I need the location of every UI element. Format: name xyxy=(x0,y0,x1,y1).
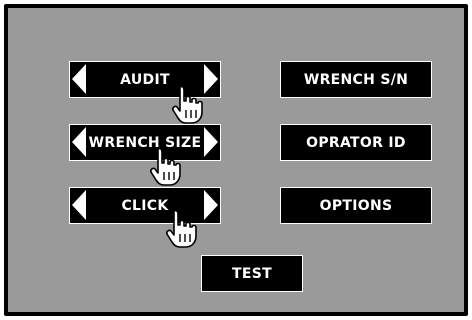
wrench-sn-label: WRENCH S/N xyxy=(303,71,409,88)
audit-label: AUDIT xyxy=(120,71,170,88)
left-arrow-icon[interactable] xyxy=(72,64,86,94)
right-arrow-icon[interactable] xyxy=(204,64,218,94)
operator-id-button[interactable]: OPRATOR ID xyxy=(280,124,432,161)
audit-button[interactable]: AUDIT xyxy=(69,61,221,98)
options-button[interactable]: OPTIONS xyxy=(280,187,432,224)
operator-id-label: OPRATOR ID xyxy=(306,134,406,151)
click-label: CLICK xyxy=(121,197,169,214)
test-button[interactable]: TEST xyxy=(201,255,303,292)
left-arrow-icon[interactable] xyxy=(72,190,86,220)
wrench-sn-button[interactable]: WRENCH S/N xyxy=(280,61,432,98)
click-button[interactable]: CLICK xyxy=(69,187,221,224)
test-label: TEST xyxy=(232,265,272,282)
options-label: OPTIONS xyxy=(319,197,393,214)
right-arrow-icon[interactable] xyxy=(204,127,218,157)
wrench-size-label: WRENCH SIZE xyxy=(88,134,202,151)
left-arrow-icon[interactable] xyxy=(72,127,86,157)
tool-settings-screen: AUDIT WRENCH SIZE CLICK WRENCH S/N OPRAT… xyxy=(4,4,468,316)
right-arrow-icon[interactable] xyxy=(204,190,218,220)
wrench-size-button[interactable]: WRENCH SIZE xyxy=(69,124,221,161)
